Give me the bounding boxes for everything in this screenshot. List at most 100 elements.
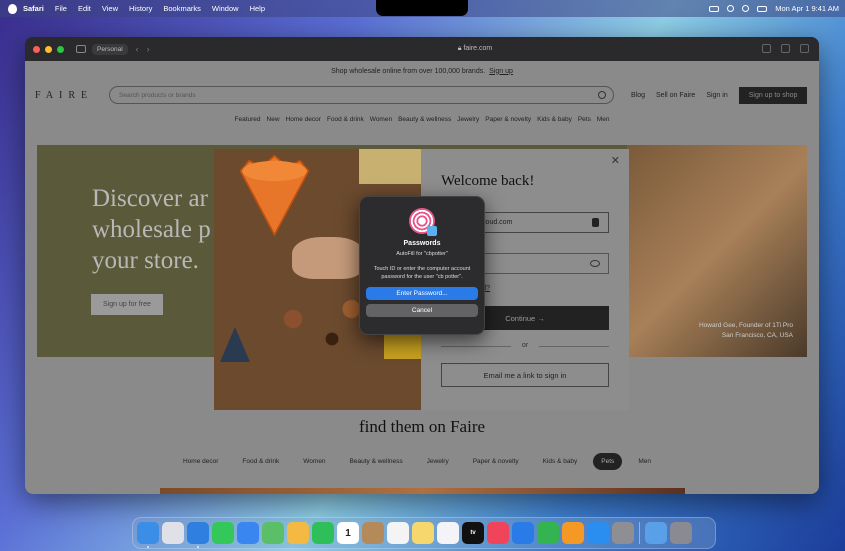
close-window-button[interactable] [33,45,40,53]
menu-help[interactable]: Help [250,4,265,13]
safari-icon[interactable] [187,522,209,548]
category-pills: Home decor Food & drink Women Beauty & w… [175,453,659,470]
pill-men[interactable]: Men [630,453,659,470]
battery-icon[interactable] [709,5,720,12]
cancel-button[interactable]: Cancel [366,304,478,317]
toolbar-right [762,44,809,53]
mail-icon[interactable] [237,522,259,544]
password-key-icon[interactable] [592,218,599,227]
promo-text: Shop wholesale online from over 100,000 … [331,67,486,75]
facetime-icon[interactable] [312,522,334,544]
pill-paper[interactable]: Paper & novelty [465,453,527,470]
cat-home-decor[interactable]: Home decor [286,116,321,123]
spotlight-icon[interactable] [742,5,750,12]
sell-link[interactable]: Sell on Faire [656,92,695,99]
photos-icon[interactable] [287,522,309,544]
launchpad-icon[interactable] [162,522,184,544]
signup-button[interactable]: Sign up to shop [738,86,808,104]
pill-women[interactable]: Women [295,453,333,470]
back-icon[interactable]: ‹ [136,44,139,54]
finder-icon[interactable] [137,522,159,548]
reminders-icon[interactable] [387,522,409,544]
wifi-icon[interactable] [727,5,735,12]
music-icon[interactable] [487,522,509,544]
cat-featured[interactable]: Featured [234,116,260,123]
cat-beauty[interactable]: Beauty & wellness [398,116,451,123]
passwords-key-icon [427,226,437,236]
menu-history[interactable]: History [129,4,152,13]
cat-women[interactable]: Women [370,116,392,123]
hero-line-2: wholesale p [92,216,211,243]
numbers-icon[interactable] [537,522,559,544]
passwords-autofill-dialog: Passwords AutoFill for "cbpotter" Touch … [359,196,485,335]
pages-icon[interactable] [562,522,584,544]
pill-food-drink[interactable]: Food & drink [234,453,287,470]
search-input[interactable]: Search products or brands [109,86,614,104]
downloads-folder-icon[interactable] [645,522,667,544]
minimize-window-button[interactable] [45,45,52,53]
menu-edit[interactable]: Edit [78,4,91,13]
promo-signup-link[interactable]: Sign up [489,68,513,75]
faire-logo[interactable]: FAIRE [35,90,99,101]
cat-paper[interactable]: Paper & novelty [485,116,531,123]
tab-overview-icon[interactable] [800,44,809,53]
pill-jewelry[interactable]: Jewelry [419,453,457,470]
header-links: Blog Sell on Faire Sign in Sign up to sh… [631,86,808,104]
control-center-icon[interactable] [757,5,768,12]
pill-pets[interactable]: Pets [593,453,623,470]
trash-icon[interactable] [670,522,692,544]
cat-pets[interactable]: Pets [578,116,591,123]
keynote-icon[interactable] [512,522,534,544]
blog-link[interactable]: Blog [631,92,645,99]
window-controls [33,45,64,53]
pill-beauty[interactable]: Beauty & wellness [342,453,411,470]
photo-box [359,149,421,184]
menu-app-name[interactable]: Safari [23,4,44,13]
tv-icon[interactable]: tv [462,522,484,544]
or-divider: or [441,342,609,349]
pill-home-decor[interactable]: Home decor [175,453,226,470]
address-bar[interactable]: 🔒︎ faire.com [325,41,625,56]
menu-file[interactable]: File [55,4,67,13]
freeform-icon[interactable] [437,522,459,544]
forward-icon[interactable]: › [147,44,150,54]
hero-caption-line-1: Howard Gee, Founder of 1Ti Pro [698,322,793,329]
dialog-subtitle: AutoFill for "cbpotter" [396,251,448,257]
menu-view[interactable]: View [102,4,118,13]
search-icon[interactable] [598,91,606,99]
zoom-window-button[interactable] [57,45,64,53]
cat-men[interactable]: Men [597,116,610,123]
coffee-filter-image [239,154,310,237]
hero-signup-button[interactable]: Sign up for free [91,294,163,315]
email-link-button[interactable]: Email me a link to sign in [441,363,609,387]
product-image-strip [160,488,685,494]
app-store-icon[interactable] [587,522,609,544]
share-icon[interactable] [762,44,771,53]
messages-icon[interactable] [212,522,234,544]
toolbar: Personal ‹ › 🔒︎ faire.com [25,37,819,61]
cat-food-drink[interactable]: Food & drink [327,116,364,123]
tassel-image [220,327,250,362]
pill-kids[interactable]: Kids & baby [535,453,586,470]
system-settings-icon[interactable] [612,522,634,544]
sidebar-icon[interactable] [76,45,86,53]
profile-button[interactable]: Personal [92,43,128,55]
cat-kids[interactable]: Kids & baby [537,116,572,123]
apple-icon[interactable] [8,3,17,14]
show-password-icon[interactable] [590,260,600,267]
enter-password-button[interactable]: Enter Password... [366,287,478,300]
menu-bookmarks[interactable]: Bookmarks [163,4,201,13]
calendar-icon[interactable]: 1 [337,522,359,544]
maps-icon[interactable] [262,522,284,544]
menu-window[interactable]: Window [212,4,239,13]
contacts-icon[interactable] [362,522,384,544]
notes-icon[interactable] [412,522,434,544]
clock[interactable]: Mon Apr 1 9:41 AM [775,4,839,13]
new-tab-icon[interactable] [781,44,790,53]
cat-new[interactable]: New [267,116,280,123]
close-icon[interactable]: ✕ [611,154,620,167]
cat-jewelry[interactable]: Jewelry [457,116,479,123]
hand-image [292,237,364,279]
hero-headline: Discover ar wholesale p your store. [92,183,211,276]
signin-link[interactable]: Sign in [706,92,727,99]
